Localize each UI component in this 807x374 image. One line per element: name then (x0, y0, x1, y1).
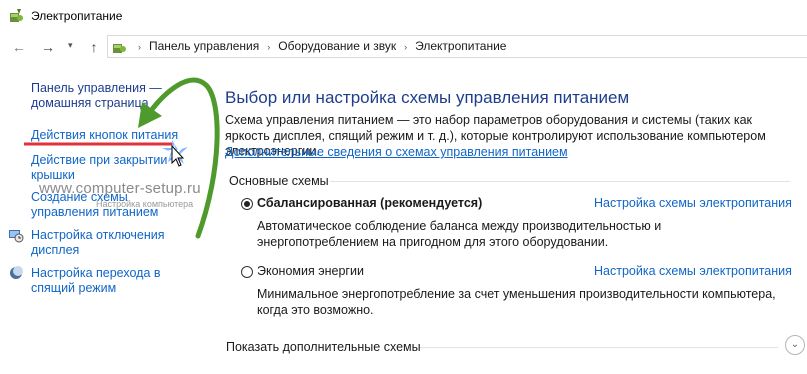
more-info-link[interactable]: Дополнительные сведения о схемах управле… (225, 145, 568, 159)
breadcrumb-separator[interactable]: › (138, 37, 141, 58)
back-arrow-icon[interactable]: ← (9, 38, 29, 56)
breadcrumb-power-options[interactable]: Электропитание (415, 39, 506, 53)
watermark-site: www.computer-setup.ru (39, 180, 201, 197)
breadcrumb-hardware-sound[interactable]: Оборудование и звук (278, 39, 396, 53)
title-bar: Электропитание (0, 0, 807, 32)
sidebar-home-link[interactable]: Панель управления — домашняя страница (31, 81, 181, 111)
sidebar-item-display-off[interactable]: Настройка отключения дисплея (31, 228, 181, 258)
plan-balanced-name[interactable]: Сбалансированная (рекомендуется) (257, 196, 482, 210)
expand-chevron-icon[interactable]: ⌄ (785, 335, 805, 355)
breadcrumb-separator[interactable]: › (267, 37, 270, 58)
show-more-divider (420, 347, 778, 348)
plan-power-saver-description: Минимальное энергопотребление за счет ум… (257, 287, 776, 317)
sleep-moon-icon (10, 266, 23, 279)
recent-locations-dropdown-icon[interactable]: ▾ (68, 40, 73, 51)
forward-arrow-icon[interactable]: → (38, 38, 58, 56)
breadcrumb-separator[interactable]: › (404, 37, 407, 58)
sidebar-item-power-buttons[interactable]: Действия кнопок питания (31, 128, 191, 143)
watermark-caption: Настройка компьютера (96, 199, 194, 209)
navigation-bar: ← → ▾ ↑ › Панель управления › Оборудование … (0, 33, 807, 61)
sidebar-item-lid-close[interactable]: Действие при закрытии крышки (31, 153, 196, 183)
plan-balanced-radio[interactable] (241, 198, 253, 210)
address-bar[interactable]: › Панель управления › Оборудование и звук › Э… (107, 35, 807, 58)
window-title: Электропитание (31, 9, 123, 23)
breadcrumb-control-panel[interactable]: Панель управления (149, 39, 259, 53)
display-clock-icon (9, 230, 24, 243)
up-arrow-icon[interactable]: ↑ (84, 38, 104, 56)
section-divider (330, 181, 790, 182)
show-more-plans-label[interactable]: Показать дополнительные схемы (226, 340, 421, 354)
plan-power-saver-radio[interactable] (241, 266, 253, 278)
page-title: Выбор или настройка схемы управления пит… (225, 88, 630, 107)
plan-power-saver-name[interactable]: Экономия энергии (257, 264, 364, 278)
plan-balanced-description: Автоматическое соблюдение баланса между … (257, 219, 662, 249)
plan-power-saver-settings-link[interactable]: Настройка схемы электропитания (594, 264, 792, 278)
control-panel-icon (113, 44, 126, 53)
section-title: Основные схемы (229, 174, 329, 188)
plan-balanced-settings-link[interactable]: Настройка схемы электропитания (594, 196, 792, 210)
power-options-icon (10, 9, 23, 22)
sidebar-item-sleep[interactable]: Настройка перехода в спящий режим (31, 266, 181, 296)
